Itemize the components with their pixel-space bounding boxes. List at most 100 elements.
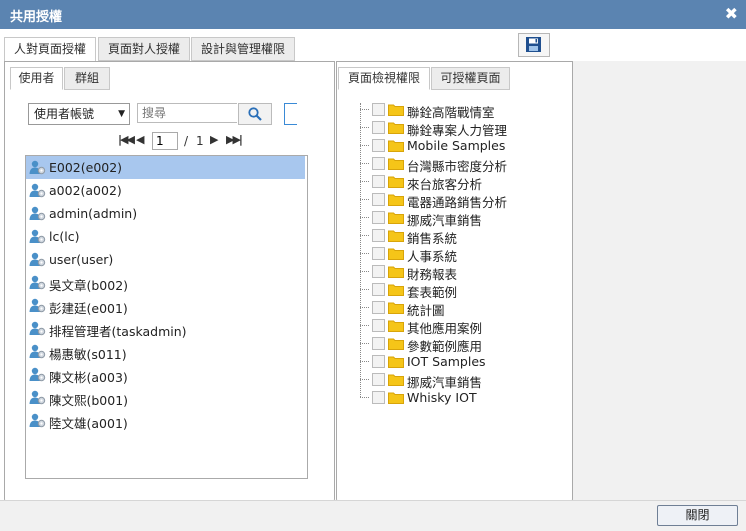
tree-checkbox[interactable] (372, 121, 385, 134)
tree-branch (360, 253, 369, 254)
tree-node[interactable]: IOT Samples (336, 353, 556, 371)
tree-node[interactable]: 財務報表 (336, 263, 556, 282)
tree-node[interactable]: 台灣縣市密度分析 (336, 155, 556, 174)
dialog-title: 共用授權 (10, 10, 63, 25)
tree-node[interactable]: 來台旅客分析 (336, 173, 556, 192)
tree-branch (360, 343, 369, 344)
list-item[interactable]: a002(a002) (26, 179, 305, 202)
list-item[interactable]: 楊惠敏(s011) (26, 340, 305, 363)
prev-page-icon[interactable]: ◀ (136, 133, 145, 146)
folder-icon (388, 302, 404, 314)
list-item[interactable]: 陸文雄(a001) (26, 409, 305, 432)
user-gear-icon (29, 413, 46, 428)
tree-checkbox[interactable] (372, 139, 385, 152)
next-page-icon[interactable]: ▶ (210, 133, 219, 146)
tree-checkbox[interactable] (372, 103, 385, 116)
tree-branch (360, 361, 369, 362)
user-gear-icon (29, 344, 46, 359)
tree-node[interactable]: 聯銓專案人力管理 (336, 119, 556, 138)
tree-node[interactable]: 統計圖 (336, 299, 556, 318)
tree-node[interactable]: Mobile Samples (336, 137, 556, 155)
tab-groups[interactable]: 群組 (64, 67, 110, 90)
pager: |◀◀ ◀ / 1 ▶ ▶▶| (118, 132, 248, 152)
folder-icon (388, 122, 404, 134)
extra-button[interactable] (284, 103, 297, 125)
tree-node[interactable]: 參數範例應用 (336, 335, 556, 354)
side-area (572, 61, 746, 501)
tree-checkbox[interactable] (372, 337, 385, 350)
tab-design-admin[interactable]: 設計與管理權限 (191, 37, 295, 61)
tree-node[interactable]: 挪威汽車銷售 (336, 371, 556, 390)
list-item[interactable]: lc(lc) (26, 225, 305, 248)
tree-checkbox[interactable] (372, 265, 385, 278)
list-item[interactable]: 陳文彬(a003) (26, 363, 305, 386)
tree-checkbox[interactable] (372, 175, 385, 188)
tree-node[interactable]: Whisky IOT (336, 389, 556, 407)
save-icon (526, 37, 541, 52)
last-page-icon[interactable]: ▶▶| (226, 133, 243, 146)
tree-checkbox[interactable] (372, 229, 385, 242)
page-number-input[interactable] (152, 132, 178, 150)
tree-checkbox[interactable] (372, 301, 385, 314)
user-label: 吳文章(b002) (49, 278, 129, 293)
list-item[interactable]: user(user) (26, 248, 305, 271)
first-page-icon[interactable]: |◀◀ (118, 133, 135, 146)
tab-users[interactable]: 使用者 (10, 67, 63, 90)
tree-checkbox[interactable] (372, 247, 385, 260)
tree-node[interactable]: 電器通路銷售分析 (336, 191, 556, 210)
tree-checkbox[interactable] (372, 157, 385, 170)
tree-node[interactable]: 挪威汽車銷售 (336, 209, 556, 228)
tree-checkbox[interactable] (372, 193, 385, 206)
tree-checkbox[interactable] (372, 319, 385, 332)
tab-page-view-permission[interactable]: 頁面檢視權限 (338, 67, 430, 90)
list-item[interactable]: 彭建廷(e001) (26, 294, 305, 317)
tree-branch (360, 271, 369, 272)
tree-node[interactable]: 人事系統 (336, 245, 556, 264)
user-gear-icon (29, 275, 46, 290)
tree-checkbox[interactable] (372, 211, 385, 224)
user-gear-icon (29, 160, 46, 175)
tree-node[interactable]: 聯銓高階戰情室 (336, 101, 556, 120)
tree-node[interactable]: 其他應用案例 (336, 317, 556, 336)
user-gear-icon (29, 206, 46, 221)
dialog-footer (0, 500, 746, 531)
folder-icon (388, 104, 404, 116)
list-item[interactable]: 吳文章(b002) (26, 271, 305, 294)
tree-checkbox[interactable] (372, 391, 385, 404)
save-button[interactable] (518, 33, 550, 57)
list-item[interactable]: 排程管理者(taskadmin) (26, 317, 305, 340)
user-gear-icon (29, 390, 46, 405)
user-gear-icon (29, 229, 46, 244)
field-select-value: 使用者帳號 (34, 107, 95, 121)
tab-authorizable-pages[interactable]: 可授權頁面 (431, 67, 510, 90)
user-label: 陳文熙(b001) (49, 393, 129, 408)
close-icon[interactable]: ✖ (725, 4, 738, 23)
list-item[interactable]: admin(admin) (26, 202, 305, 225)
user-label: 陸文雄(a001) (49, 416, 128, 431)
tree-node[interactable]: 套表範例 (336, 281, 556, 300)
tree-checkbox[interactable] (372, 355, 385, 368)
user-label: admin(admin) (49, 206, 138, 221)
tree-branch (360, 235, 369, 236)
user-list: E002(e002) a002(a002) admin(admin) lc(lc) us… (25, 155, 308, 479)
tree-branch (360, 163, 369, 164)
user-gear-icon (29, 183, 46, 198)
tree-node[interactable]: 銷售系統 (336, 227, 556, 246)
folder-icon (388, 284, 404, 296)
tree-checkbox[interactable] (372, 373, 385, 386)
tree-branch (360, 181, 369, 182)
field-select[interactable]: 使用者帳號 ▼ (28, 103, 130, 125)
tree-checkbox[interactable] (372, 283, 385, 296)
tree-branch (360, 379, 369, 380)
tab-user-to-page[interactable]: 人對頁面授權 (4, 37, 96, 62)
list-item[interactable]: 陳文熙(b001) (26, 386, 305, 409)
dialog-titlebar: 共用授權 ✖ (0, 0, 746, 29)
search-button[interactable] (238, 103, 272, 125)
folder-icon (388, 374, 404, 386)
close-button[interactable]: 關閉 (657, 505, 738, 526)
tab-page-to-user[interactable]: 頁面對人授權 (98, 37, 190, 61)
search-input[interactable] (137, 103, 237, 123)
tree-branch (360, 307, 369, 308)
folder-icon (388, 338, 404, 350)
list-item[interactable]: E002(e002) (26, 156, 305, 179)
